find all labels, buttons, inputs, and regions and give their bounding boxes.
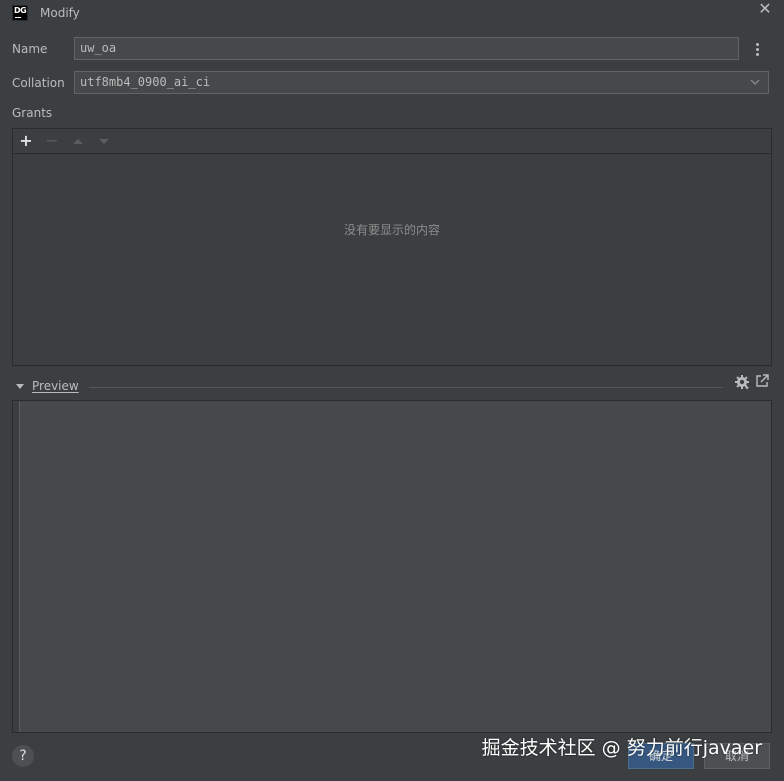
- chevron-down-icon: [750, 79, 760, 85]
- grants-toolbar: + −: [13, 129, 771, 154]
- divider: [89, 387, 723, 388]
- remove-icon[interactable]: −: [42, 131, 62, 151]
- empty-state-text: 没有要显示的内容: [343, 223, 440, 237]
- kebab-menu-icon[interactable]: [750, 39, 764, 59]
- close-icon[interactable]: ✕: [756, 1, 774, 19]
- move-up-icon[interactable]: [68, 131, 88, 151]
- name-label: Name: [12, 42, 48, 56]
- add-icon[interactable]: +: [16, 131, 36, 151]
- name-input[interactable]: uw_oa: [74, 37, 739, 60]
- editor-gutter: [13, 401, 20, 732]
- collation-label: Collation: [12, 76, 65, 90]
- move-down-icon[interactable]: [94, 131, 114, 151]
- datagrip-icon: DG: [12, 5, 28, 21]
- help-icon[interactable]: ?: [12, 745, 34, 767]
- preview-label[interactable]: Preview: [32, 379, 79, 393]
- title-bar: DG Modify ✕: [0, 0, 784, 28]
- window-title: Modify: [40, 6, 80, 20]
- preview-editor[interactable]: [12, 400, 772, 733]
- watermark: 掘金技术社区 @ 努力前行javaer: [481, 737, 762, 759]
- external-link-icon[interactable]: [755, 374, 769, 388]
- grants-label: Grants: [12, 106, 53, 120]
- collation-value: utf8mb4_0900_ai_ci: [80, 75, 211, 89]
- gear-icon[interactable]: [734, 374, 750, 390]
- preview-label-text: Preview: [32, 379, 79, 393]
- collation-select[interactable]: utf8mb4_0900_ai_ci: [74, 71, 769, 94]
- collapse-arrow-icon[interactable]: [15, 383, 25, 391]
- grants-panel: + − 没有要显示的内容: [12, 128, 772, 366]
